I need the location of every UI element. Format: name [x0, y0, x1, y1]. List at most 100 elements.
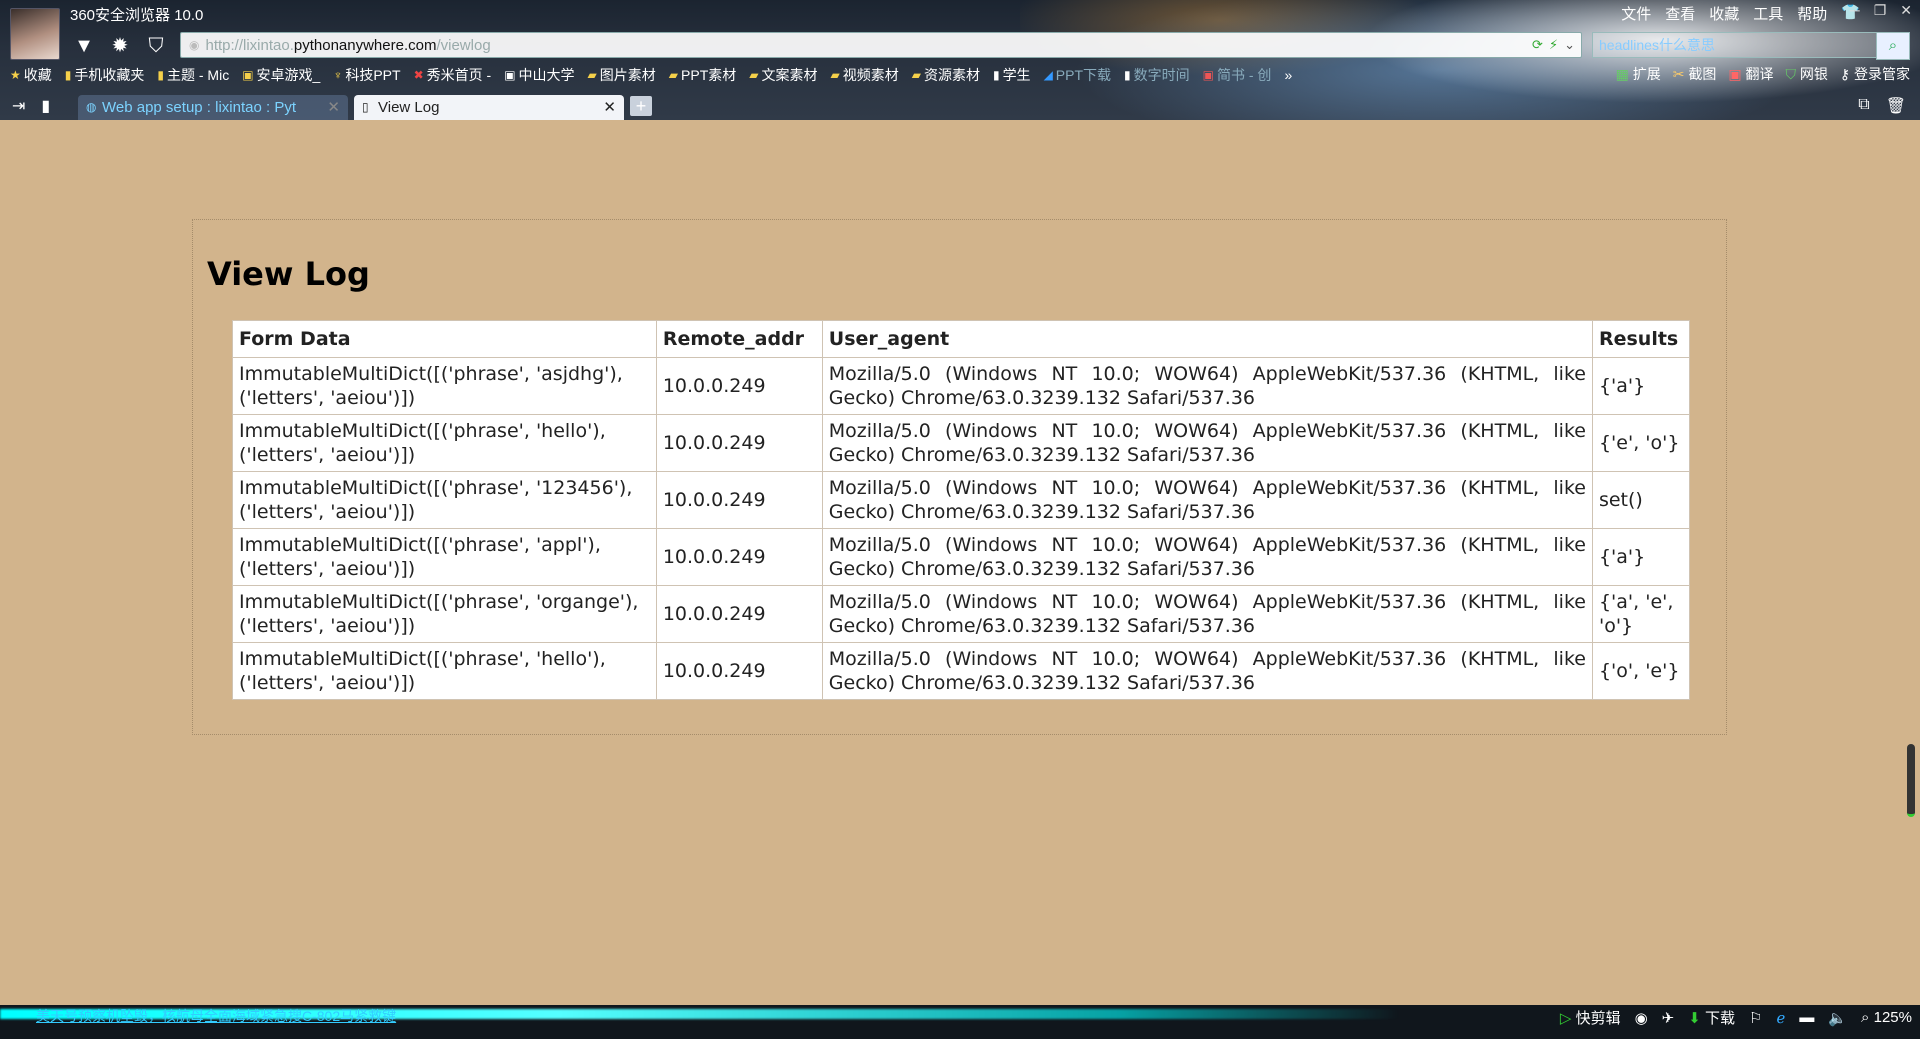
bookmark-item[interactable]: ◢ PPT下载	[1044, 64, 1111, 86]
form-data-cell: ImmutableMultiDict([('phrase', 'organge'…	[232, 585, 657, 643]
bookmark-item[interactable]: ▣ 简书 - 创	[1203, 64, 1272, 86]
trash-icon[interactable]: 🗑	[1886, 96, 1906, 116]
page-icon: ▯	[362, 100, 369, 114]
bookmark-item[interactable]: ▣ 安卓游戏_	[242, 64, 320, 86]
bookmark-item[interactable]: ▮ 数字时间	[1124, 64, 1190, 86]
tab-view-log[interactable]: ▯ View Log ✕	[354, 95, 624, 120]
app-title: 360安全浏览器 10.0	[70, 7, 204, 24]
menu-favorites[interactable]: 收藏	[1709, 3, 1739, 24]
close-window-icon[interactable]: ✕	[1900, 2, 1912, 19]
status-right: ▷ 快剪辑 ◉ ✈ ⬇ 下载 ⚐ ℯ ▬ 🔈 ⌕ 125%	[1560, 1007, 1912, 1028]
news-ticker-link[interactable]: 美天号预察机坠毁，核航母全面海域紧急搜C-802马紧救键	[36, 1006, 396, 1026]
bulb-icon: ♆	[333, 68, 343, 82]
download-button[interactable]: ⬇ 下载	[1688, 1007, 1735, 1028]
download-icon: ⬇	[1688, 1010, 1701, 1027]
minimize-icon[interactable]: ─	[1850, 2, 1860, 19]
speed-icon[interactable]: ⚡	[1549, 37, 1558, 53]
table-row: ImmutableMultiDict([('phrase', '123456')…	[232, 471, 1691, 529]
remote-addr-cell: 10.0.0.249	[655, 528, 823, 586]
menu-tools[interactable]: 工具	[1753, 3, 1783, 24]
bookmark-item[interactable]: ▮ 主题 - Mic	[157, 64, 229, 86]
address-icons: ⟳ ⚡ ⌄	[1532, 37, 1575, 53]
translate-button[interactable]: ▣ 翻译	[1728, 64, 1773, 84]
page-title: View Log	[207, 255, 370, 293]
table-row: ImmutableMultiDict([('phrase', 'appl'), …	[232, 528, 1691, 586]
bookmark-item[interactable]: ▰ 资源素材	[912, 64, 980, 86]
accelerate-icon[interactable]: ◉	[1635, 1009, 1648, 1027]
form-data-cell: ImmutableMultiDict([('phrase', 'hello'),…	[232, 414, 657, 472]
menu-help[interactable]: 帮助	[1797, 3, 1827, 24]
column-header-user-agent: User_agent	[821, 320, 1593, 358]
bookmark-item[interactable]: ▰ 视频素材	[830, 64, 898, 86]
search-box	[1592, 32, 1878, 58]
login-manager-button[interactable]: ⚷ 登录管家	[1840, 64, 1910, 84]
back-icon[interactable]: ▼	[70, 32, 98, 60]
page-icon: ▮	[1124, 68, 1131, 82]
bank-button[interactable]: ⛉ 网银	[1785, 64, 1827, 84]
settings-icon[interactable]: ✹	[106, 32, 134, 60]
user-agent-cell: Mozilla/5.0 (Windows NT 10.0; WOW64) App…	[821, 528, 1593, 586]
user-agent-cell: Mozilla/5.0 (Windows NT 10.0; WOW64) App…	[821, 585, 1593, 643]
dropdown-icon[interactable]: ⌄	[1564, 37, 1575, 53]
zoom-button[interactable]: ⌕ 125%	[1861, 1009, 1912, 1026]
top-menu: 文件 查看 收藏 工具 帮助 👕	[1621, 3, 1860, 24]
form-data-cell: ImmutableMultiDict([('phrase', 'appl'), …	[232, 528, 657, 586]
bookmark-item[interactable]: ▰ 文案素材	[749, 64, 817, 86]
bookmark-item[interactable]: ★ 收藏	[10, 64, 52, 86]
quick-edit-button[interactable]: ▷ 快剪辑	[1560, 1007, 1621, 1028]
sidebar-toggle-icon[interactable]: ⇥	[12, 96, 25, 116]
grid-icon: ▦	[1615, 66, 1629, 82]
search-icon[interactable]: ⌕	[1876, 32, 1910, 60]
bookmarks-bar: ★ 收藏 ▮ 手机收藏夹 ▮ 主题 - Mic ▣ 安卓游戏_ ♆ 科技PPT ✖ 秀米首页…	[10, 64, 1292, 86]
menu-file[interactable]: 文件	[1621, 3, 1651, 24]
bookmarks-more-icon[interactable]: »	[1284, 64, 1292, 86]
remote-addr-cell: 10.0.0.249	[655, 585, 823, 643]
address-bar[interactable]: ◉ http://lixintao. pythonanywhere.com/vie…	[180, 32, 1582, 58]
restore-icon[interactable]: ❐	[1874, 2, 1887, 19]
remote-addr-cell: 10.0.0.249	[655, 414, 823, 472]
bookmark-item[interactable]: ▮ 手机收藏夹	[65, 64, 145, 86]
ie-icon[interactable]: ℯ	[1776, 1009, 1785, 1027]
shield-icon[interactable]: ⛉	[142, 32, 170, 60]
restore-tabs-icon[interactable]: ⧉	[1858, 96, 1869, 116]
folder-icon: ▰	[749, 68, 759, 82]
toolbar-right: ▦ 扩展 ✂ 截图 ▣ 翻译 ⛉ 网银 ⚷ 登录管家	[1616, 64, 1910, 84]
game-icon: ▣	[242, 68, 254, 82]
bookmark-item[interactable]: ▰ PPT素材	[669, 64, 736, 86]
page-container: View Log Form Data Remote_addr User_agen…	[192, 219, 1727, 735]
close-tab-icon[interactable]: ✕	[327, 95, 340, 120]
flag-icon[interactable]: ⚐	[1749, 1009, 1762, 1027]
table-row: ImmutableMultiDict([('phrase', 'hello'),…	[232, 642, 1691, 700]
bookmark-item[interactable]: ♆ 科技PPT	[333, 64, 400, 86]
bookmark-item[interactable]: ▰ 图片素材	[588, 64, 656, 86]
star-icon: ★	[10, 68, 21, 82]
window-icon[interactable]: ▬	[1799, 1009, 1814, 1026]
scrollbar-thumb[interactable]	[1907, 744, 1915, 817]
school-icon: ▣	[504, 68, 516, 82]
status-bar: 美天号预察机坠毁，核航母全面海域紧急搜C-802马紧救键 ▷ 快剪辑 ◉ ✈ ⬇…	[0, 1005, 1920, 1039]
key-icon: ⚷	[1839, 66, 1851, 82]
bookmark-item[interactable]: ▣ 中山大学	[504, 64, 574, 86]
volume-icon[interactable]: 🔈	[1828, 1009, 1847, 1027]
page-icon: ▮	[992, 68, 1000, 82]
results-cell: {'a'}	[1591, 528, 1691, 586]
bookmark-item[interactable]: ✖ 秀米首页 -	[414, 64, 492, 86]
bookmark-item[interactable]: ▮ 学生	[993, 64, 1031, 86]
results-cell: {'o', 'e'}	[1591, 642, 1691, 700]
extensions-button[interactable]: ▦ 扩展	[1616, 64, 1661, 84]
screenshot-button[interactable]: ✂ 截图	[1673, 64, 1717, 84]
bookmark-side-icon[interactable]: ▮	[41, 96, 50, 116]
form-data-cell: ImmutableMultiDict([('phrase', 'hello'),…	[232, 642, 657, 700]
close-tab-icon[interactable]: ✕	[603, 95, 616, 120]
table-row: ImmutableMultiDict([('phrase', 'asjdhg')…	[232, 357, 1691, 415]
refresh-icon[interactable]: ⟳	[1532, 37, 1543, 53]
search-input[interactable]	[1593, 36, 1877, 54]
column-header-form-data: Form Data	[232, 320, 657, 358]
menu-view[interactable]: 查看	[1665, 3, 1695, 24]
pin-icon[interactable]: ✈	[1662, 1009, 1675, 1027]
user-agent-cell: Mozilla/5.0 (Windows NT 10.0; WOW64) App…	[821, 642, 1593, 700]
new-tab-button[interactable]: +	[630, 96, 652, 116]
avatar[interactable]	[10, 8, 60, 60]
form-data-cell: ImmutableMultiDict([('phrase', '123456')…	[232, 471, 657, 529]
tab-web-app-setup[interactable]: ◍ Web app setup : lixintao : Pyt ✕	[78, 95, 348, 120]
